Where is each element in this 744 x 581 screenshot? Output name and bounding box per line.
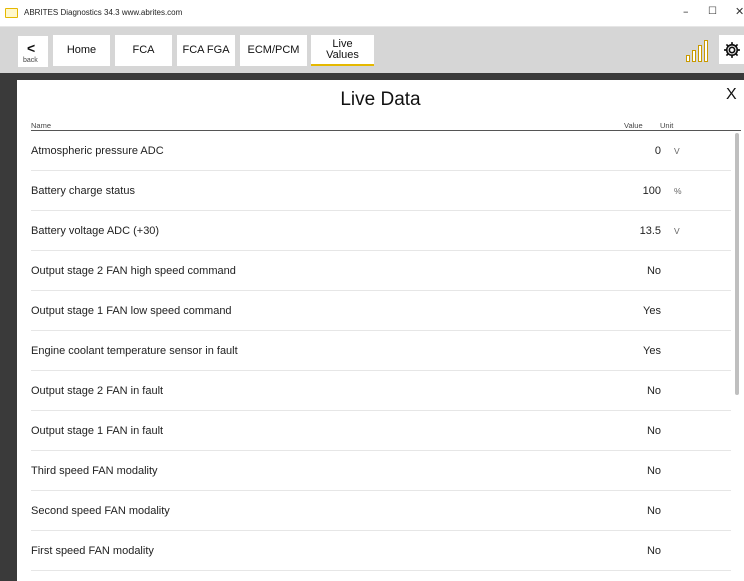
row-name: Output stage 1 FAN in fault (31, 425, 164, 437)
maximize-button[interactable]: ☐ (708, 6, 717, 17)
row-unit: % (674, 186, 682, 196)
row-name: Battery charge status (31, 185, 135, 197)
settings-button[interactable] (719, 35, 744, 64)
row-name: Engine coolant temperature sensor in fau… (31, 345, 238, 357)
row-name: Atmospheric pressure ADC (31, 145, 164, 157)
tab-fca[interactable]: FCA (115, 35, 172, 66)
table-row[interactable]: Battery charge status 100% (31, 171, 731, 211)
row-value: 0 (654, 145, 661, 157)
tab-live-values[interactable]: Live Values (311, 35, 374, 66)
close-panel-button[interactable]: X (726, 86, 737, 104)
row-value: No (646, 265, 661, 277)
column-header-unit: Unit (660, 121, 674, 130)
row-value: No (646, 385, 661, 397)
row-value: No (646, 545, 661, 557)
minimize-button[interactable]: – (683, 5, 689, 18)
row-name: Output stage 2 FAN in fault (31, 385, 164, 397)
toolbar: < back Home FCA FCA FGA ECM/PCM Live Val… (0, 27, 744, 73)
table-row[interactable]: Atmospheric pressure ADC 0 V (31, 131, 731, 171)
row-name: Output stage 1 FAN low speed command (31, 305, 232, 317)
tab-live-values-line1: Live (332, 37, 353, 50)
table-row[interactable]: Third speed FAN modality No (31, 451, 731, 491)
row-name: Battery voltage ADC (+30) (31, 225, 160, 237)
row-value: Yes (643, 345, 661, 357)
window-titlebar: ABRITES Diagnostics 34.3 www.abrites.com… (0, 0, 744, 27)
table-row[interactable]: Output stage 1 FAN low speed command Yes (31, 291, 731, 331)
tab-live-values-line2: Values (326, 48, 359, 61)
tab-home[interactable]: Home (53, 35, 110, 66)
row-value: 13.5 (639, 225, 661, 237)
signal-strength-icon (686, 37, 714, 62)
column-header-name: Name (31, 121, 52, 130)
tab-ecm-pcm[interactable]: ECM/PCM (240, 35, 307, 66)
table-row[interactable]: Second speed FAN modality No (31, 491, 731, 531)
abrites-app-icon (5, 8, 18, 18)
row-name: Second speed FAN modality (31, 505, 170, 517)
back-button[interactable]: < back (18, 36, 48, 67)
row-value: No (646, 425, 661, 437)
tab-fca-fga[interactable]: FCA FGA (177, 35, 235, 66)
close-window-button[interactable]: ✕ (735, 5, 744, 18)
table-row[interactable]: Output stage 2 FAN high speed command No (31, 251, 731, 291)
row-value: 100 (642, 185, 661, 197)
column-header-value: Value (624, 121, 643, 130)
chevron-left-icon: < (27, 40, 36, 56)
live-data-panel: Live Data X Name Value Unit Atmospheric … (17, 80, 744, 581)
row-name: Third speed FAN modality (31, 465, 158, 477)
table-row[interactable]: Battery voltage ADC (+30) 13.5 V (31, 211, 731, 251)
table-row[interactable]: Output stage 2 FAN in fault No (31, 371, 731, 411)
row-name: First speed FAN modality (31, 545, 154, 557)
row-value: No (646, 505, 661, 517)
vertical-scrollbar[interactable] (735, 133, 739, 395)
table-row[interactable]: Engine coolant temperature sensor in fau… (31, 331, 731, 371)
gear-icon (723, 41, 740, 58)
row-unit: V (674, 146, 680, 156)
table-row[interactable]: First speed FAN modality No (31, 531, 731, 571)
window-title: ABRITES Diagnostics 34.3 www.abrites.com (24, 8, 183, 17)
row-name: Output stage 2 FAN high speed command (31, 265, 236, 277)
table-row[interactable]: Output stage 1 FAN in fault No (31, 411, 731, 451)
panel-title: Live Data (340, 89, 421, 110)
row-value: No (646, 465, 661, 477)
back-label: back (23, 57, 38, 64)
row-unit: V (674, 226, 680, 236)
row-value: Yes (643, 305, 661, 317)
